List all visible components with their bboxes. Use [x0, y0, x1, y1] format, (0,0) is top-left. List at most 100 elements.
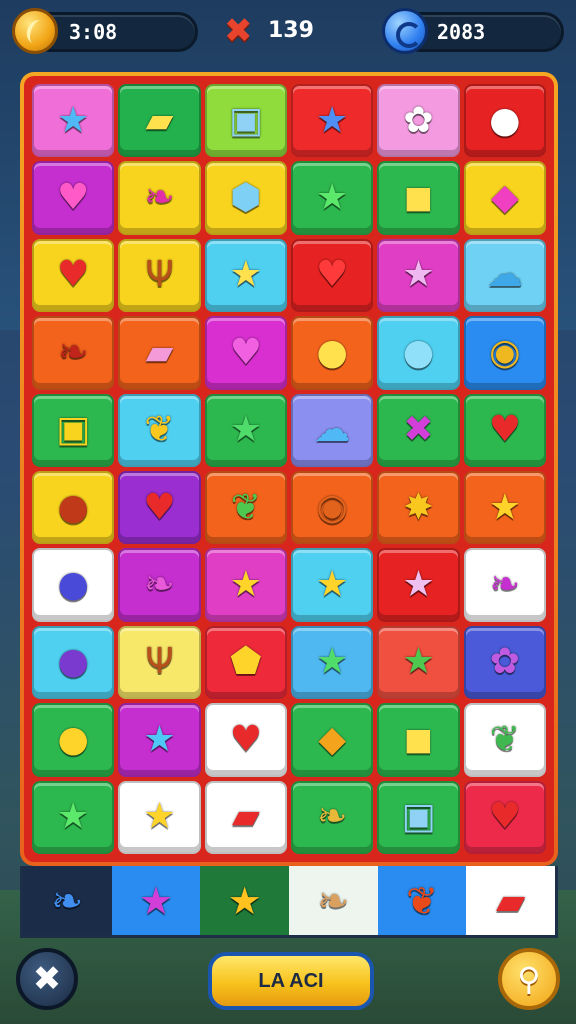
tile-piece-icon: ❧	[144, 564, 175, 606]
board-tile-r6-c0[interactable]: ●	[32, 548, 115, 622]
play-button[interactable]: LA ACI	[208, 952, 374, 1010]
board-tile-r0-c2[interactable]: ▣	[204, 84, 287, 158]
board-tile-r5-c3[interactable]: ◉	[291, 471, 374, 545]
board-tile-r8-c2[interactable]: ♥	[204, 703, 287, 777]
board-tile-r0-c1[interactable]: ▰	[118, 84, 201, 158]
tile-piece-icon: ⬟	[230, 641, 262, 683]
board-tile-r5-c1[interactable]: ♥	[118, 471, 201, 545]
tile-piece-icon: ◆	[318, 718, 346, 760]
board-tile-r6-c4[interactable]: ★	[377, 548, 460, 622]
board-tile-r5-c5[interactable]: ★	[463, 471, 546, 545]
wrench-icon: ✖	[32, 959, 62, 999]
board-tile-r2-c0[interactable]: ♥	[32, 238, 115, 313]
board-tile-r0-c0[interactable]: ★	[32, 84, 115, 158]
board-tile-r4-c1[interactable]: ❦	[118, 393, 201, 467]
board-tile-r2-c3[interactable]: ♥	[291, 238, 374, 313]
board-tile-r0-c4[interactable]: ✿	[377, 84, 460, 158]
board-tile-r1-c1[interactable]: ❧	[118, 161, 201, 235]
board-tile-r9-c2[interactable]: ▰	[204, 780, 287, 854]
board-tile-r3-c1[interactable]: ▰	[118, 316, 201, 390]
board-tile-r7-c0[interactable]: ●	[32, 625, 115, 700]
moves-counter: 139	[268, 18, 314, 43]
board-tile-r2-c2[interactable]: ★	[204, 238, 287, 313]
board-tile-r9-c3[interactable]: ❧	[291, 780, 374, 854]
board-tile-r5-c4[interactable]: ✸	[377, 471, 460, 545]
board-tile-r8-c4[interactable]: ◼	[377, 703, 460, 777]
board-tile-r8-c1[interactable]: ★	[118, 703, 201, 777]
tray-piece-icon: ★	[227, 878, 262, 923]
board-tile-r9-c0[interactable]: ★	[32, 780, 115, 854]
tile-piece-icon: ●	[57, 718, 89, 760]
tile-piece-icon: ★	[229, 564, 262, 606]
board-tile-r4-c0[interactable]: ▣	[32, 393, 115, 467]
board-tile-r1-c2[interactable]: ⬢	[204, 161, 287, 235]
board-tile-r9-c5[interactable]: ♥	[463, 780, 546, 854]
tray-slot-5[interactable]: ▰	[466, 866, 555, 935]
tile-piece-icon: ●	[489, 99, 521, 141]
board-tile-r4-c3[interactable]: ☁	[291, 393, 374, 467]
board-tile-r8-c0[interactable]: ●	[32, 703, 115, 777]
timer-text: 3:08	[69, 20, 118, 44]
board-tile-r5-c2[interactable]: ❦	[204, 471, 287, 545]
board-tile-r2-c4[interactable]: ★	[377, 238, 460, 313]
board-tile-r9-c1[interactable]: ★	[118, 780, 201, 854]
board-tile-r7-c5[interactable]: ✿	[463, 625, 546, 700]
board-tile-r7-c2[interactable]: ⬟	[204, 625, 287, 700]
board-tile-r7-c1[interactable]: Ψ	[118, 625, 201, 700]
board-tile-r0-c3[interactable]: ★	[291, 84, 374, 158]
board-tile-r7-c4[interactable]: ★	[377, 625, 460, 700]
board-tile-r3-c0[interactable]: ❧	[32, 316, 115, 390]
tile-piece-icon: Ψ	[145, 254, 174, 296]
tile-piece-icon: ●	[57, 564, 89, 606]
tray-slot-4[interactable]: ❦	[377, 866, 467, 935]
hint-button[interactable]: ⚲	[498, 948, 560, 1010]
board-tile-r5-c0[interactable]: ●	[32, 471, 115, 545]
board-tile-r2-c5[interactable]: ☁	[463, 238, 546, 313]
play-button-label: LA ACI	[258, 969, 324, 992]
board-tile-r8-c3[interactable]: ◆	[291, 703, 374, 777]
board-tile-r4-c5[interactable]: ♥	[463, 393, 546, 467]
tray-slot-2[interactable]: ★	[200, 866, 289, 935]
board-tile-r1-c3[interactable]: ★	[291, 161, 374, 235]
tile-piece-icon: ★	[316, 641, 349, 683]
tile-piece-icon: ★	[402, 564, 435, 606]
tile-piece-icon: ☁	[314, 409, 351, 451]
board-tile-r4-c2[interactable]: ★	[204, 393, 287, 467]
tile-piece-icon: ★	[316, 177, 349, 219]
board-tile-r1-c4[interactable]: ◼	[377, 161, 460, 235]
tile-piece-icon: ♥	[229, 718, 262, 760]
tile-piece-icon: ▰	[145, 99, 174, 141]
board-tile-r3-c5[interactable]: ◉	[463, 316, 546, 390]
board-tile-r0-c5[interactable]: ●	[463, 84, 546, 158]
tile-piece-icon: ❧	[489, 564, 520, 606]
board-tile-r6-c2[interactable]: ★	[204, 548, 287, 622]
board-tile-r9-c4[interactable]: ▣	[377, 780, 460, 854]
coin-icon	[12, 8, 58, 54]
board-tile-r1-c0[interactable]: ♥	[32, 161, 115, 235]
tile-piece-icon: ★	[316, 99, 349, 141]
board-tile-r1-c5[interactable]: ◆	[463, 161, 546, 235]
tile-piece-icon: ✸	[403, 486, 434, 528]
tile-piece-icon: ★	[316, 564, 349, 606]
board-tile-r7-c3[interactable]: ★	[291, 625, 374, 700]
tile-piece-icon: ♥	[488, 409, 521, 451]
board-tile-r6-c3[interactable]: ★	[291, 548, 374, 622]
board-tile-r4-c4[interactable]: ✖	[377, 393, 460, 467]
tile-piece-icon: ♥	[143, 486, 176, 528]
tray-slot-3[interactable]: ❧	[288, 866, 378, 935]
tile-piece-icon: ♥	[57, 177, 90, 219]
tile-piece-icon: ▣	[228, 99, 263, 141]
board-tile-r3-c4[interactable]: ●	[377, 316, 460, 390]
tile-piece-icon: ●	[402, 331, 435, 373]
board-tile-r8-c5[interactable]: ❦	[463, 703, 546, 777]
tile-piece-icon: ❧	[317, 796, 348, 838]
board-tile-r3-c2[interactable]: ♥	[204, 316, 287, 390]
tools-button[interactable]: ✖	[16, 948, 78, 1010]
tray-slot-1[interactable]: ★	[111, 866, 201, 935]
board-tile-r6-c5[interactable]: ❧	[463, 548, 546, 622]
tray-piece-icon: ❧	[51, 878, 84, 923]
board-tile-r2-c1[interactable]: Ψ	[118, 238, 201, 313]
board-tile-r3-c3[interactable]: ●	[291, 316, 374, 390]
tray-slot-0[interactable]: ❧	[23, 866, 112, 935]
board-tile-r6-c1[interactable]: ❧	[118, 548, 201, 622]
